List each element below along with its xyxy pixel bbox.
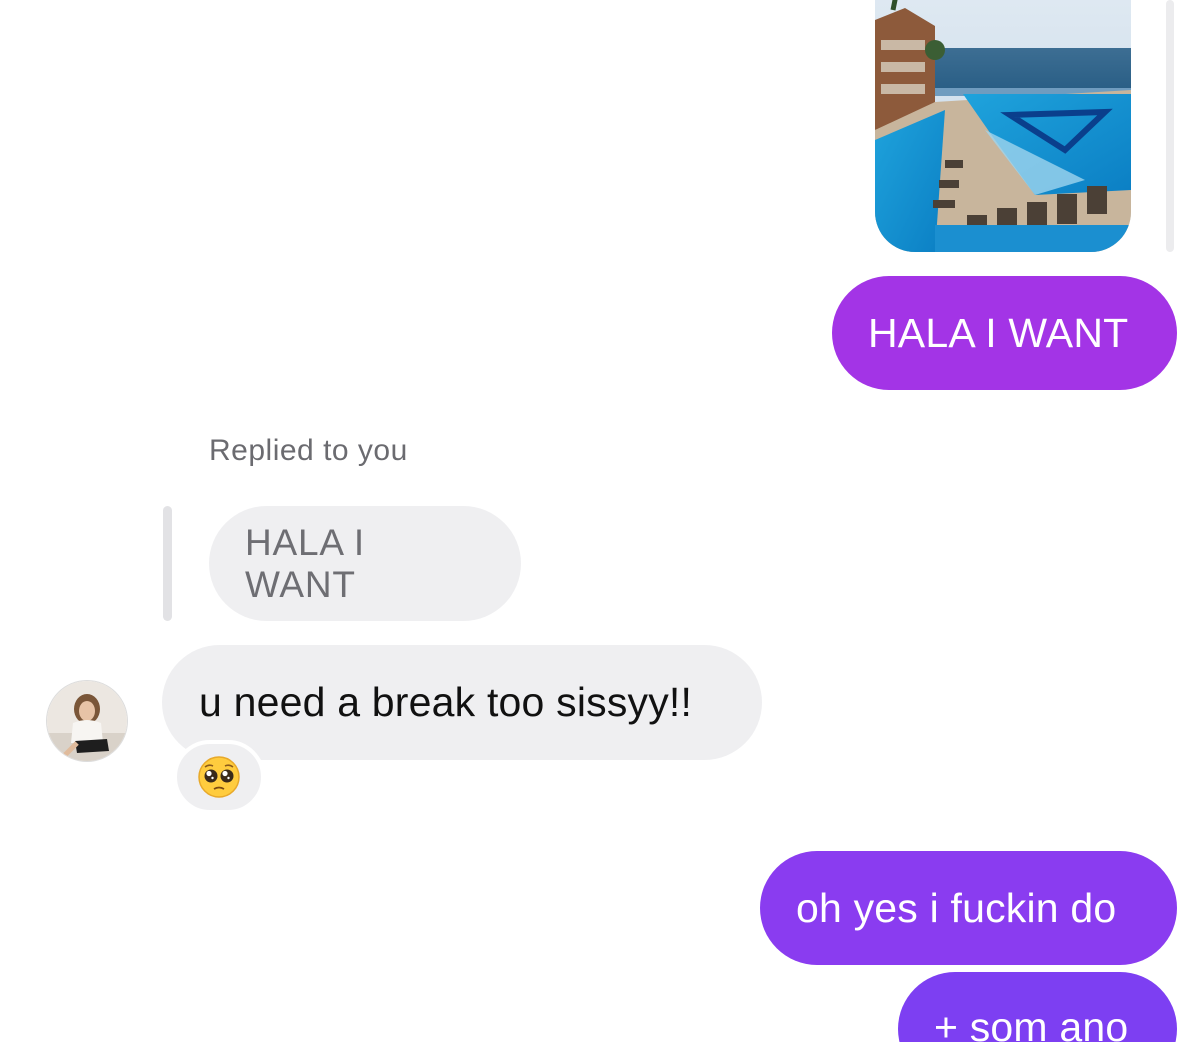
reply-quote-bar xyxy=(163,506,172,621)
message-text: + som ano xyxy=(934,1004,1129,1042)
incoming-message[interactable]: u need a break too sissyy!! xyxy=(162,645,762,760)
avatar[interactable] xyxy=(47,681,127,761)
quoted-message[interactable]: HALA I WANT xyxy=(209,506,521,621)
message-text: HALA I WANT xyxy=(868,309,1129,356)
message-text: u need a break too sissyy!! xyxy=(199,679,693,725)
resort-pool-photo-icon xyxy=(875,0,1131,252)
outgoing-message[interactable]: HALA I WANT xyxy=(832,276,1177,390)
message-text: oh yes i fuckin do xyxy=(796,884,1117,931)
shared-photo[interactable] xyxy=(875,0,1131,252)
outgoing-message[interactable]: oh yes i fuckin do xyxy=(760,851,1177,965)
profile-photo-icon xyxy=(47,681,127,761)
message-reaction[interactable] xyxy=(173,740,265,814)
reply-label: Replied to you xyxy=(209,434,408,467)
chat-thread: HALA I WANT Replied to you HALA I WANT u… xyxy=(0,0,1200,1042)
pleading-face-emoji-icon xyxy=(198,756,240,798)
scroll-indicator[interactable] xyxy=(1166,0,1174,252)
quoted-text: HALA I WANT xyxy=(245,521,365,605)
outgoing-message[interactable]: + som ano xyxy=(898,972,1177,1042)
